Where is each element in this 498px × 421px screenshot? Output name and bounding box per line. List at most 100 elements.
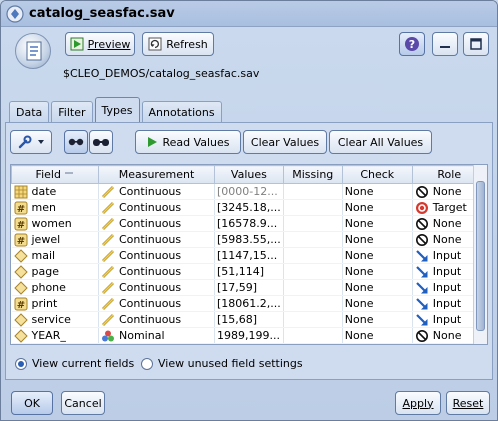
measurement-cell[interactable]: Continuous xyxy=(98,295,215,312)
field-name: print xyxy=(31,297,58,310)
field-cell[interactable]: YEAR_ xyxy=(11,327,99,344)
preview-label: Preview xyxy=(87,37,131,51)
missing-cell[interactable] xyxy=(283,263,343,280)
refresh-button[interactable]: Refresh xyxy=(142,32,214,56)
field-cell[interactable]: page xyxy=(11,263,99,280)
field-cell[interactable]: mail xyxy=(11,247,99,264)
missing-cell[interactable] xyxy=(283,279,343,296)
missing-cell[interactable] xyxy=(283,231,343,248)
scrollbar-thumb[interactable] xyxy=(476,181,485,331)
column-header-values[interactable]: Values xyxy=(214,165,284,184)
ok-button[interactable]: OK xyxy=(11,391,53,415)
table-row[interactable]: # women Continuous [16578.9... None None xyxy=(11,215,487,232)
column-header-check[interactable]: Check xyxy=(341,165,413,184)
fields-grid: Field Measurement Values Missing Check R… xyxy=(11,165,487,344)
missing-cell[interactable] xyxy=(283,183,343,200)
check-cell[interactable]: None xyxy=(342,327,413,344)
view-current-fields-option[interactable]: View current fields xyxy=(15,357,134,370)
view-options-button-a[interactable] xyxy=(64,130,88,154)
table-row[interactable]: date Continuous [0000-12... None None xyxy=(11,183,487,200)
measurement-cell[interactable]: Continuous xyxy=(98,247,215,264)
clear-values-button[interactable]: Clear Values xyxy=(243,130,327,154)
missing-cell[interactable] xyxy=(283,247,343,264)
measurement-cell[interactable]: Nominal xyxy=(98,327,215,344)
tools-menu-button[interactable] xyxy=(10,130,52,154)
table-row[interactable]: # men Continuous [3245.18,... None Target xyxy=(11,199,487,216)
table-row[interactable]: phone Continuous [17,59] None Input xyxy=(11,279,487,296)
measurement-cell[interactable]: Continuous xyxy=(98,263,215,280)
values-cell[interactable]: [51,114] xyxy=(214,263,284,280)
values-cell[interactable]: 1989,199... xyxy=(214,327,284,344)
check-cell[interactable]: None xyxy=(342,199,413,216)
tab-data[interactable]: Data xyxy=(9,101,50,123)
missing-cell[interactable] xyxy=(283,311,343,328)
read-values-button[interactable]: Read Values xyxy=(135,130,241,154)
field-cell[interactable]: phone xyxy=(11,279,99,296)
check-cell[interactable]: None xyxy=(342,295,413,312)
tab-annotations[interactable]: Annotations xyxy=(141,101,222,123)
table-row[interactable]: service Continuous [15,68] None Input xyxy=(11,311,487,328)
reset-button[interactable]: Reset xyxy=(446,391,490,415)
role-value: Input xyxy=(432,313,462,326)
view-current-fields-radio[interactable] xyxy=(15,357,27,370)
table-row[interactable]: # print Continuous [18061.2,... None Input xyxy=(11,295,487,312)
column-header-label: Field xyxy=(35,168,61,181)
tab-types[interactable]: Types xyxy=(94,97,140,123)
measurement-cell[interactable]: Continuous xyxy=(98,311,215,328)
missing-cell[interactable] xyxy=(283,327,343,344)
title-bar[interactable]: catalog_seasfac.sav xyxy=(1,1,497,27)
view-unused-fields-option[interactable]: View unused field settings xyxy=(141,357,303,370)
field-cell[interactable]: service xyxy=(11,311,99,328)
measurement-cell[interactable]: Continuous xyxy=(98,279,215,296)
preview-button[interactable]: Preview xyxy=(65,32,135,56)
continuous-icon xyxy=(101,297,115,311)
numeric-type-icon: # xyxy=(14,297,28,311)
maximize-button[interactable] xyxy=(463,32,489,56)
missing-cell[interactable] xyxy=(283,199,343,216)
apply-button[interactable]: Apply xyxy=(395,391,441,415)
check-cell[interactable]: None xyxy=(342,231,413,248)
values-cell[interactable]: [16578.9... xyxy=(214,215,284,232)
measurement-cell[interactable]: Continuous xyxy=(98,183,215,200)
column-header-missing[interactable]: Missing xyxy=(282,165,343,184)
measurement-cell[interactable]: Continuous xyxy=(98,231,215,248)
tab-filter[interactable]: Filter xyxy=(51,101,93,123)
table-row[interactable]: # jewel Continuous [5983.55,... None None xyxy=(11,231,487,248)
values-cell[interactable]: [3245.18,... xyxy=(214,199,284,216)
measurement-cell[interactable]: Continuous xyxy=(98,199,215,216)
field-cell[interactable]: date xyxy=(11,183,99,200)
check-cell[interactable]: None xyxy=(342,215,413,232)
check-cell[interactable]: None xyxy=(342,311,413,328)
view-unused-fields-radio[interactable] xyxy=(141,357,153,370)
values-cell[interactable]: [5983.55,... xyxy=(214,231,284,248)
check-cell[interactable]: None xyxy=(342,247,413,264)
measurement-cell[interactable]: Continuous xyxy=(98,215,215,232)
values-cell[interactable]: [0000-12... xyxy=(214,183,284,200)
table-row[interactable]: mail Continuous [1147,15... None Input xyxy=(11,247,487,264)
table-row[interactable]: YEAR_ Nominal 1989,199... None None xyxy=(11,327,487,344)
column-header-measurement[interactable]: Measurement xyxy=(98,165,215,184)
field-cell[interactable]: # women xyxy=(11,215,99,232)
source-node-dialog: catalog_seasfac.sav Preview Refresh ? $C… xyxy=(0,0,498,421)
values-cell[interactable]: [18061.2,... xyxy=(214,295,284,312)
table-scrollbar[interactable] xyxy=(473,165,487,344)
view-options-button-b[interactable] xyxy=(89,130,113,154)
clear-all-values-button[interactable]: Clear All Values xyxy=(329,130,432,154)
field-cell[interactable]: # jewel xyxy=(11,231,99,248)
missing-cell[interactable] xyxy=(283,295,343,312)
check-cell[interactable]: None xyxy=(342,263,413,280)
table-row[interactable]: page Continuous [51,114] None Input xyxy=(11,263,487,280)
minimize-button[interactable] xyxy=(432,32,458,56)
cancel-button[interactable]: Cancel xyxy=(61,391,105,415)
column-header-field[interactable]: Field xyxy=(11,165,99,184)
field-cell[interactable]: # men xyxy=(11,199,99,216)
missing-cell[interactable] xyxy=(283,215,343,232)
check-cell[interactable]: None xyxy=(342,183,413,200)
help-button[interactable]: ? xyxy=(399,32,425,56)
values-cell[interactable]: [15,68] xyxy=(214,311,284,328)
values-cell[interactable]: [17,59] xyxy=(214,279,284,296)
field-cell[interactable]: # print xyxy=(11,295,99,312)
values-cell[interactable]: [1147,15... xyxy=(214,247,284,264)
check-cell[interactable]: None xyxy=(342,279,413,296)
input-role-icon xyxy=(415,265,429,279)
